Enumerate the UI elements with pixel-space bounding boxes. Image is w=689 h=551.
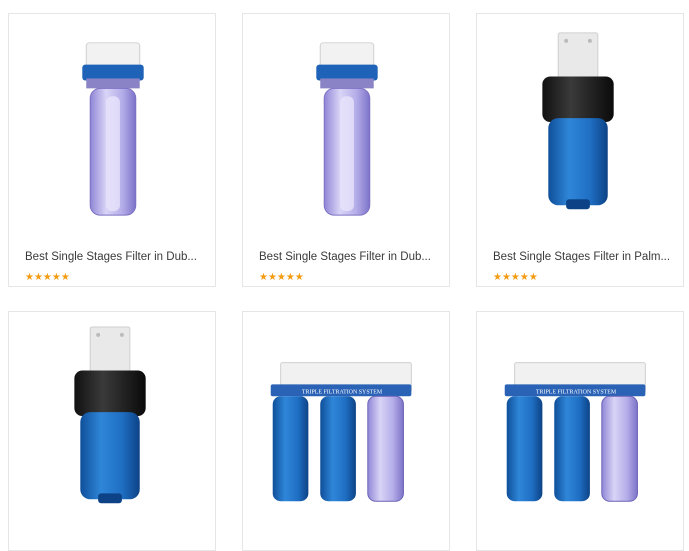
product-card[interactable]: Best Single Stages Filter in Dub... ★★★★… <box>242 13 450 287</box>
product-card[interactable]: TRIPLE FILTRATION SYSTEM <box>476 311 684 551</box>
product-card[interactable] <box>8 311 216 551</box>
product-card[interactable]: TRIPLE FILTRATION SYSTEM <box>242 311 450 551</box>
blue-filter-housing-image <box>542 32 614 210</box>
triple-filtration-system-image: TRIPLE FILTRATION SYSTEM <box>504 362 646 502</box>
triple-filtration-system-image: TRIPLE FILTRATION SYSTEM <box>270 362 412 502</box>
blue-filter-housing-image <box>74 326 146 504</box>
product-title[interactable]: Best Single Stages Filter in Dub... <box>259 251 435 263</box>
rating-stars: ★★★★★ <box>493 272 538 283</box>
product-title[interactable]: Best Single Stages Filter in Palm... <box>493 251 669 263</box>
product-title[interactable]: Best Single Stages Filter in Dub... <box>25 251 201 263</box>
rating-stars: ★★★★★ <box>259 272 304 283</box>
triple-label: TRIPLE FILTRATION SYSTEM <box>536 389 617 395</box>
clear-filter-housing-image <box>316 42 378 216</box>
product-card[interactable]: Best Single Stages Filter in Palm... ★★★… <box>476 13 684 287</box>
triple-label: TRIPLE FILTRATION SYSTEM <box>302 389 383 395</box>
clear-filter-housing-image <box>82 42 144 216</box>
product-card[interactable]: Best Single Stages Filter in Dub... ★★★★… <box>8 13 216 287</box>
rating-stars: ★★★★★ <box>25 272 70 283</box>
